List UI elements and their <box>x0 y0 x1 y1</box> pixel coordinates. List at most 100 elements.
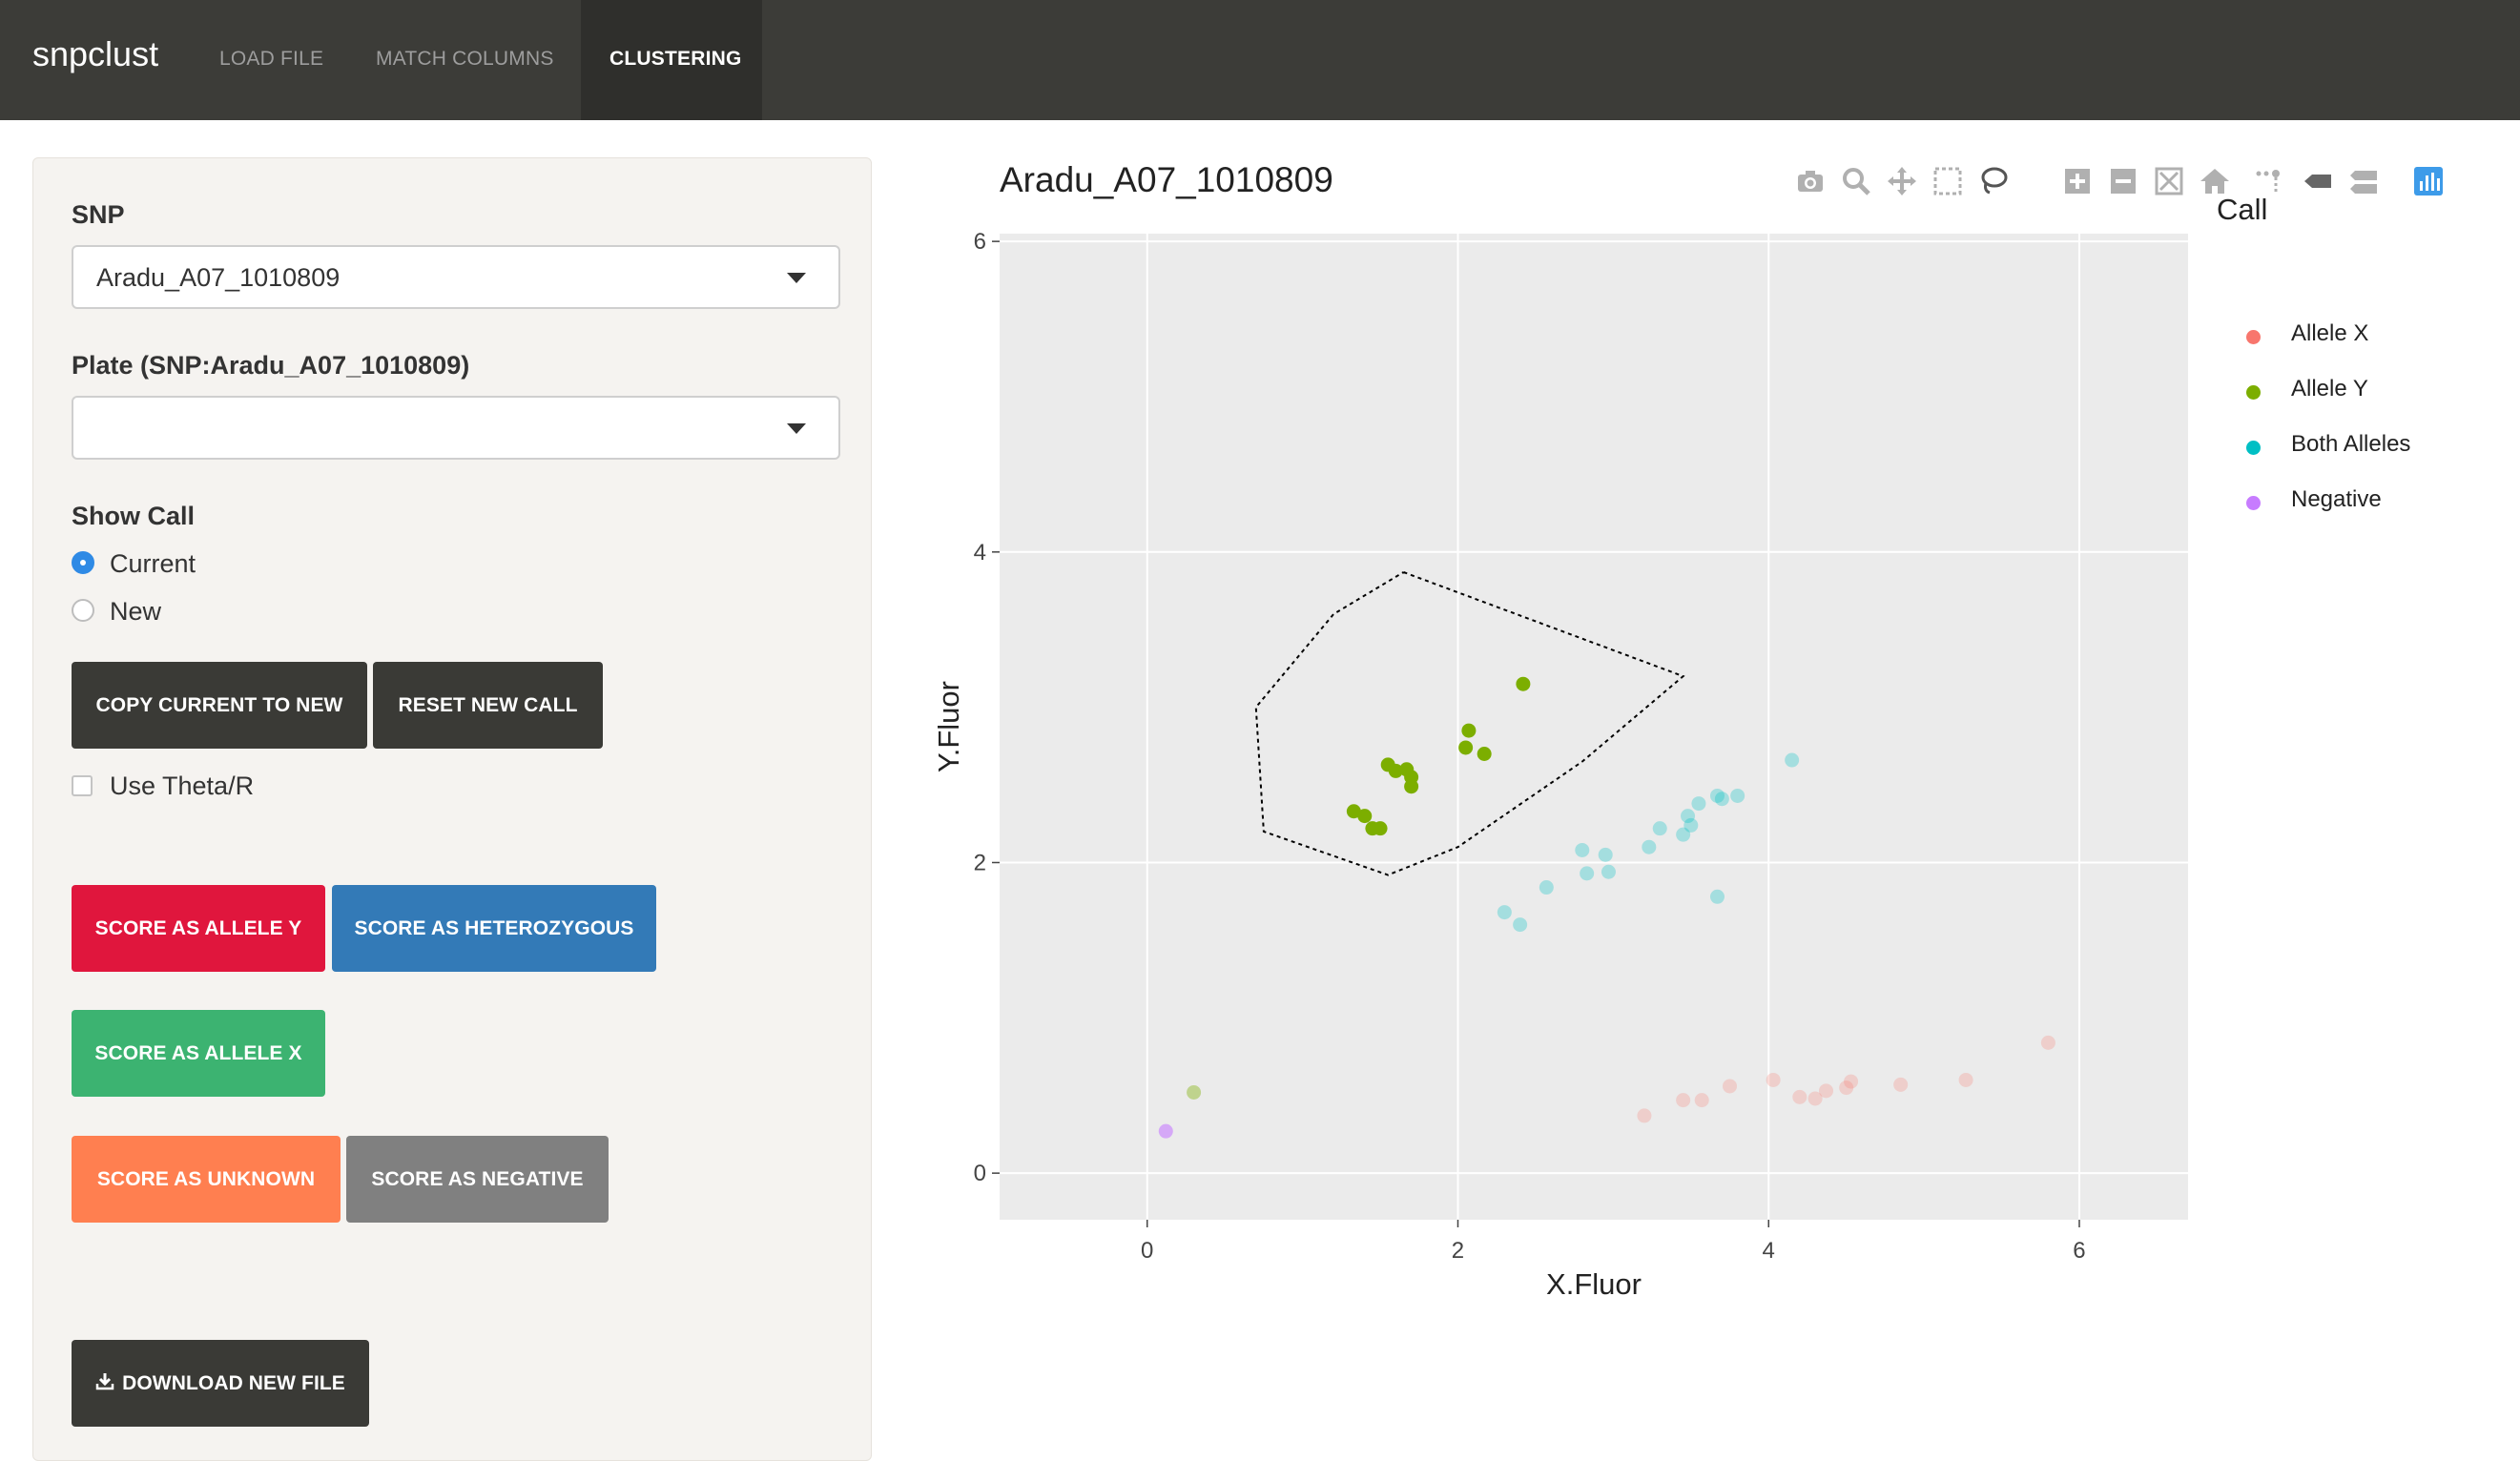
legend-label: Allele X <box>2291 320 2369 346</box>
radio-new-label: New <box>110 597 162 626</box>
data-point <box>1676 827 1691 842</box>
reset-new-call-button[interactable]: RESET NEW CALL <box>373 662 603 749</box>
y-axis-ticks: 0 2 4 6 <box>974 229 1000 1186</box>
data-point <box>1730 788 1745 803</box>
data-point <box>1807 1091 1823 1106</box>
data-point <box>1714 792 1729 807</box>
data-point <box>1601 864 1616 879</box>
data-point <box>1766 1072 1781 1087</box>
score-as-allele-y-button[interactable]: SCORE AS ALLELE Y <box>72 885 325 972</box>
data-point <box>1380 757 1395 772</box>
x-axis-ticks: 0 2 4 6 <box>1141 1220 2086 1264</box>
score-as-unknown-button[interactable]: SCORE AS UNKNOWN <box>72 1136 341 1223</box>
data-point <box>1709 788 1725 803</box>
data-point <box>1723 1079 1738 1094</box>
legend-label: Both Alleles <box>2291 431 2411 457</box>
data-point <box>1373 821 1388 836</box>
data-point <box>1399 762 1415 777</box>
chevron-down-icon <box>787 423 806 434</box>
chevron-down-icon <box>787 273 806 283</box>
y-tick-label: 6 <box>974 229 986 255</box>
camera-icon[interactable] <box>1793 164 1828 198</box>
zoom-icon[interactable] <box>1839 164 1873 198</box>
x-tick-label: 4 <box>1763 1238 1775 1264</box>
lasso-selection-outline <box>1254 571 1685 876</box>
data-point <box>1580 866 1595 881</box>
data-point <box>1844 1074 1859 1089</box>
legend-marker <box>2246 385 2261 400</box>
zoom-out-icon[interactable] <box>2106 164 2140 198</box>
data-point <box>1652 821 1667 836</box>
plotly-logo-icon[interactable] <box>2411 164 2446 198</box>
score-as-negative-button[interactable]: SCORE AS NEGATIVE <box>346 1136 609 1223</box>
use-theta-r-checkbox[interactable] <box>72 775 93 796</box>
data-point <box>1681 809 1696 824</box>
data-point <box>1785 752 1800 768</box>
radio-button-checked[interactable] <box>72 551 94 574</box>
data-point <box>1477 746 1492 761</box>
snp-label: SNP <box>72 200 125 229</box>
data-point <box>1637 1108 1652 1123</box>
legend-label: Allele Y <box>2291 376 2368 401</box>
data-point <box>1404 779 1419 794</box>
plot-title: Aradu_A07_1010809 <box>1000 160 1333 199</box>
legend-marker <box>2246 496 2261 510</box>
show-call-label: Show Call <box>72 502 196 530</box>
score-as-heterozygous-button[interactable]: SCORE AS HETEROZYGOUS <box>332 885 656 972</box>
data-point <box>1158 1123 1173 1139</box>
legend-marker <box>2246 441 2261 455</box>
data-point <box>1839 1080 1854 1096</box>
data-point <box>1365 821 1380 836</box>
y-tick-label: 0 <box>974 1161 986 1186</box>
data-point <box>1513 917 1528 933</box>
radio-current-label: Current <box>110 549 196 578</box>
x-tick-label: 0 <box>1141 1238 1153 1264</box>
data-point <box>1792 1089 1807 1104</box>
zoom-in-icon[interactable] <box>2060 164 2095 198</box>
brand-logo[interactable]: snpclust <box>32 34 158 74</box>
plot-background[interactable] <box>1000 234 2188 1220</box>
plate-select[interactable] <box>72 396 840 460</box>
radio-button[interactable] <box>72 599 94 622</box>
legend-label: Negative <box>2291 486 2382 512</box>
data-point <box>1388 763 1403 778</box>
use-theta-r-label: Use Theta/R <box>110 772 255 800</box>
data-point <box>1694 1093 1709 1108</box>
data-point <box>1187 1084 1202 1100</box>
snp-select[interactable]: Aradu_A07_1010809 <box>72 245 840 309</box>
x-tick-label: 2 <box>1452 1238 1464 1264</box>
data-point <box>1458 740 1474 755</box>
lasso-select-icon[interactable] <box>1976 164 2011 198</box>
score-as-allele-x-button[interactable]: SCORE AS ALLELE X <box>72 1010 325 1097</box>
tab-match-columns[interactable]: MATCH COLUMNS <box>347 0 583 120</box>
x-axis-label: X.Fluor <box>1546 1267 1642 1301</box>
data-point <box>1893 1077 1909 1092</box>
pan-icon[interactable] <box>1885 164 1919 198</box>
data-point <box>2040 1035 2055 1050</box>
hover-compare-icon[interactable] <box>2346 164 2381 198</box>
data-point <box>1461 723 1477 738</box>
snp-select-value: Aradu_A07_1010809 <box>96 263 341 292</box>
y-tick-label: 4 <box>974 540 986 566</box>
data-point <box>1691 796 1706 812</box>
download-new-file-button[interactable]: DOWNLOAD NEW FILE <box>72 1340 369 1427</box>
data-point <box>1497 905 1512 920</box>
data-point <box>1642 839 1657 854</box>
data-point <box>1346 804 1361 819</box>
grid-lines <box>1000 234 2188 1220</box>
autoscale-icon[interactable] <box>2152 164 2186 198</box>
y-axis-label: Y.Fluor <box>932 681 965 772</box>
copy-current-to-new-button[interactable]: COPY CURRENT TO NEW <box>72 662 367 749</box>
tab-load-file[interactable]: LOAD FILE <box>191 0 352 120</box>
data-point <box>1709 889 1725 904</box>
data-point <box>1357 809 1373 824</box>
download-new-file-label: DOWNLOAD NEW FILE <box>122 1372 345 1394</box>
data-point <box>1683 817 1699 833</box>
data-point <box>1404 770 1419 785</box>
data-point <box>1818 1083 1833 1099</box>
hover-closest-icon[interactable] <box>2301 164 2335 198</box>
tab-clustering[interactable]: CLUSTERING <box>581 0 762 120</box>
box-select-icon[interactable] <box>1931 164 1965 198</box>
legend-title: Call <box>2217 193 2268 226</box>
data-point <box>1676 1093 1691 1108</box>
